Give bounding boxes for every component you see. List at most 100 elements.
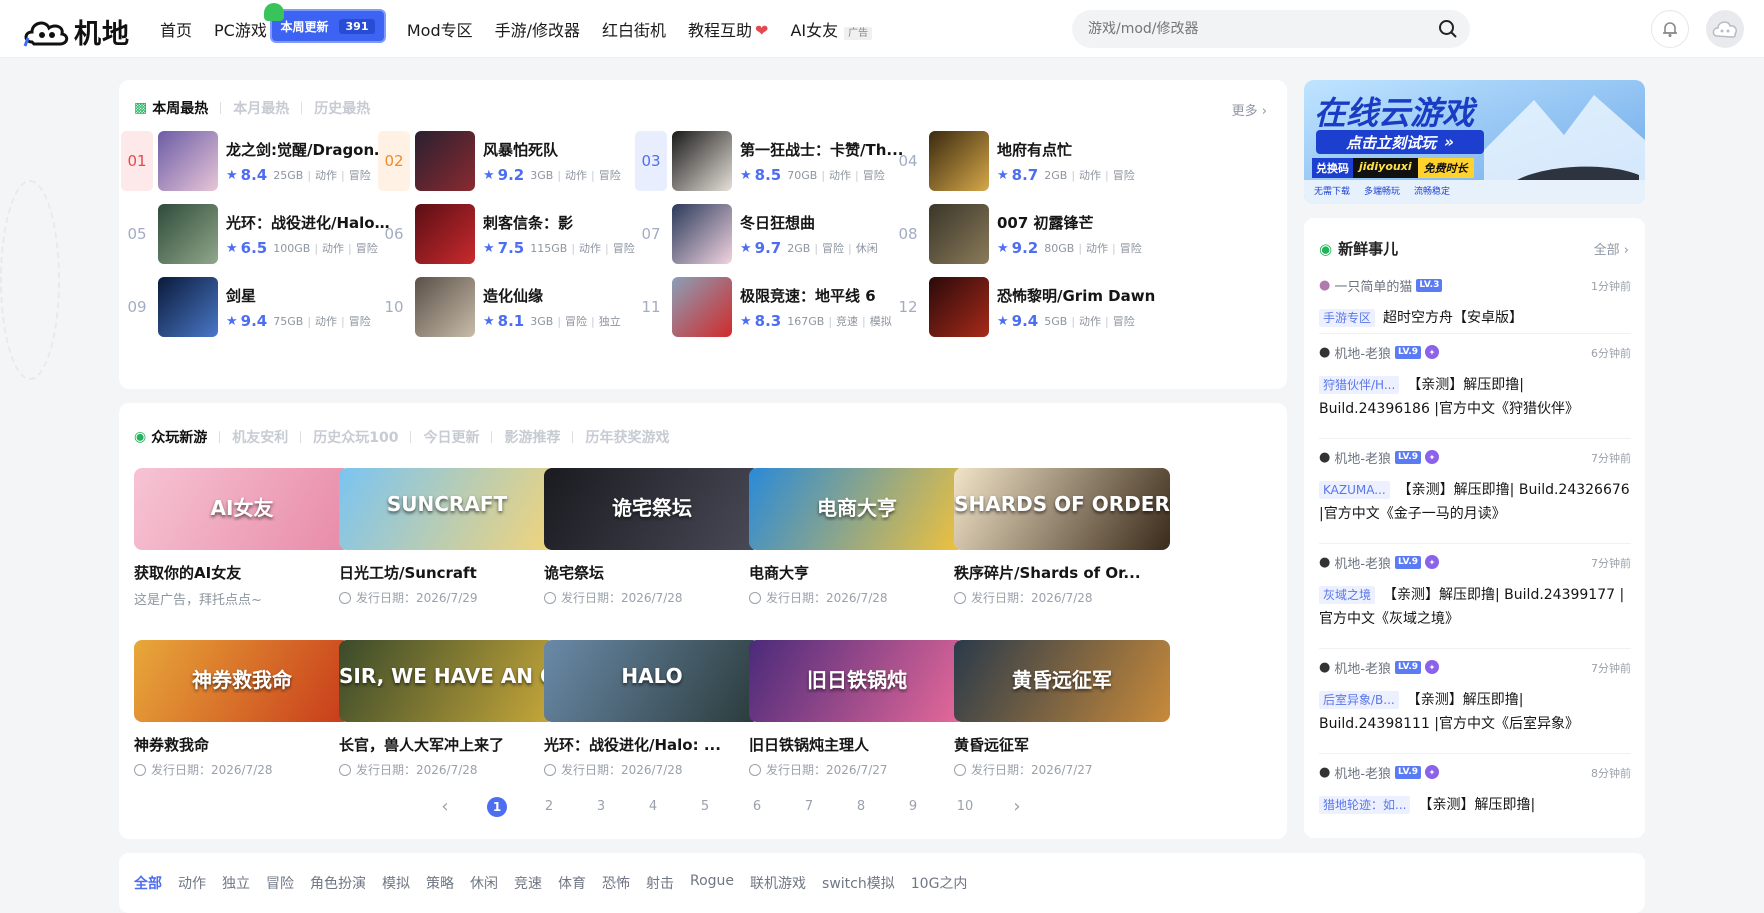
meta-divider: | xyxy=(591,314,595,328)
news-tag[interactable]: 后室异象/B... xyxy=(1319,691,1399,709)
tab-awards[interactable]: 历年获奖游戏 xyxy=(585,427,669,447)
page-10[interactable]: 10 xyxy=(939,799,991,814)
news-item[interactable]: ● 机地-老狼 LV.9 ✦ 8分钟前 猎地轮迹：如... 【亲测】解压即撸| xyxy=(1319,763,1631,817)
news-username[interactable]: 一只简单的猫 xyxy=(1334,276,1412,295)
game-card[interactable]: SUNCRAFT 日光工坊/Suncraft 发行日期：2026/7/29 xyxy=(339,468,555,608)
news-tag[interactable]: 狩猎伙伴/H... xyxy=(1319,376,1400,394)
news-username[interactable]: 机地-老狼 xyxy=(1334,658,1391,677)
game-card[interactable]: 旧日铁锅炖 旧日铁锅炖主理人 发行日期：2026/7/27 xyxy=(749,640,965,780)
user-avatar[interactable] xyxy=(1706,10,1744,48)
category-item[interactable]: 角色扮演 xyxy=(310,873,366,893)
tab-monthly-hot[interactable]: 本月最热 xyxy=(233,98,289,118)
news-username[interactable]: 机地-老狼 xyxy=(1334,448,1391,467)
news-user-row: ● 机地-老狼 LV.9 ✦ 7分钟前 xyxy=(1319,658,1631,677)
rank-item[interactable]: 08 007 初露锋芒 ★ 9.2 80GB | 动作 | 冒险 xyxy=(884,204,1169,264)
nav-mod[interactable]: Mod专区 xyxy=(407,17,473,41)
page-9[interactable]: 9 xyxy=(887,799,939,814)
category-item[interactable]: 联机游戏 xyxy=(750,873,806,893)
category-item[interactable]: 体育 xyxy=(558,873,586,893)
page-6[interactable]: 6 xyxy=(731,799,783,814)
game-cover-image xyxy=(158,277,218,337)
category-item[interactable]: 独立 xyxy=(222,873,250,893)
game-card[interactable]: 黄昏远征军 黄昏远征军 发行日期：2026/7/27 xyxy=(954,640,1170,780)
rank-item[interactable]: 07 冬日狂想曲 ★ 9.7 2GB | 冒险 | 休闲 xyxy=(627,204,912,264)
tab-top100[interactable]: 历史众玩100 xyxy=(313,427,398,447)
page-7[interactable]: 7 xyxy=(783,799,835,814)
tab-movie-games[interactable]: 影游推荐 xyxy=(504,427,560,447)
rank-item[interactable]: 01 龙之剑:觉醒/DragonS... ★ 8.4 25GB | 动作 | 冒险 xyxy=(113,131,398,191)
search-input[interactable] xyxy=(1088,21,1418,37)
game-card[interactable]: SHARDS OF ORDER 秩序碎片/Shards of Or... 发行日期：… xyxy=(954,468,1170,608)
tab-alltime-hot[interactable]: 历史最热 xyxy=(314,98,370,118)
rank-item[interactable]: 02 风暴怕死队 ★ 9.2 3GB | 动作 | 冒险 xyxy=(370,131,655,191)
game-card[interactable]: HALO 光环：战役进化/Halo: ... 发行日期：2026/7/28 xyxy=(544,640,760,780)
rank-number: 08 xyxy=(898,225,918,243)
news-tag[interactable]: 手游专区 xyxy=(1319,309,1376,327)
search-icon[interactable] xyxy=(1438,19,1458,39)
rank-item[interactable]: 09 剑星 ★ 9.4 75GB | 动作 | 冒险 xyxy=(113,277,398,337)
category-item[interactable]: 射击 xyxy=(646,873,674,893)
news-username[interactable]: 机地-老狼 xyxy=(1334,553,1391,572)
news-item[interactable]: ● 机地-老狼 LV.9 ✦ 7分钟前 KAZUMA... 【亲测】解压即撸| Build.… xyxy=(1319,448,1631,526)
hot-more-link[interactable]: 更多 › xyxy=(1232,100,1267,119)
nav-pc-games[interactable]: PC游戏 xyxy=(214,17,267,41)
news-tag[interactable]: 灰域之境 xyxy=(1319,586,1376,604)
tab-recommend[interactable]: 机友安利 xyxy=(232,427,288,447)
news-username[interactable]: 机地-老狼 xyxy=(1334,763,1391,782)
site-logo[interactable]: 机地 xyxy=(22,12,130,51)
nav-home[interactable]: 首页 xyxy=(160,17,192,41)
rank-item[interactable]: 12 恐怖黎明/Grim Dawn ★ 9.4 5GB | 动作 | 冒险 xyxy=(884,277,1169,337)
next-page-icon[interactable]: › xyxy=(991,796,1043,817)
nav-tutorial[interactable]: 教程互助 ❤ xyxy=(688,17,768,41)
category-item[interactable]: 策略 xyxy=(426,873,454,893)
game-card[interactable]: 神券救我命 神券救我命 发行日期：2026/7/28 xyxy=(134,640,350,780)
news-username[interactable]: 机地-老狼 xyxy=(1334,343,1391,362)
news-tag[interactable]: 猎地轮迹：如... xyxy=(1319,796,1411,814)
news-item[interactable]: ● 机地-老狼 LV.9 ✦ 7分钟前 灰域之境 【亲测】解压即撸| Build.24399… xyxy=(1319,553,1631,631)
category-item[interactable]: 恐怖 xyxy=(602,873,630,893)
page-4[interactable]: 4 xyxy=(627,799,679,814)
game-card[interactable]: 电商大亨 电商大亨 发行日期：2026/7/28 xyxy=(749,468,965,608)
notification-bell-icon[interactable] xyxy=(1651,10,1689,48)
game-card[interactable]: AI女友 获取你的AI女友 这是广告，拜托点点~ xyxy=(134,468,350,608)
category-item[interactable]: 全部 xyxy=(134,873,162,893)
rank-item[interactable]: 11 极限竞速：地平线 6 ★ 8.3 167GB | 竞速 | 模拟 xyxy=(627,277,912,337)
game-card[interactable]: 诡宅祭坛 诡宅祭坛 发行日期：2026/7/28 xyxy=(544,468,760,608)
nav-mobile[interactable]: 手游/修改器 xyxy=(495,17,580,41)
news-tag[interactable]: KAZUMA... xyxy=(1319,481,1390,499)
game-card[interactable]: SIR, WE HAVE AN ORC PROBLEM 长官，兽人大军冲上来了发行… xyxy=(339,640,555,780)
rank-item[interactable]: 03 第一狂战士：卡赞/Th... ★ 8.5 70GB | 动作 | 冒险 xyxy=(627,131,912,191)
page-2[interactable]: 2 xyxy=(523,799,575,814)
tab-new-games[interactable]: 众玩新游 xyxy=(151,427,207,447)
rank-number: 09 xyxy=(127,298,147,316)
weekly-update-button[interactable]: 本周更新 391 xyxy=(264,3,386,43)
page-8[interactable]: 8 xyxy=(835,799,887,814)
rank-item[interactable]: 10 造化仙缘 ★ 8.1 3GB | 冒险 | 独立 xyxy=(370,277,655,337)
tab-weekly-hot[interactable]: 本周最热 xyxy=(152,98,208,118)
tab-today[interactable]: 今日更新 xyxy=(423,427,479,447)
category-item[interactable]: Rogue xyxy=(690,873,734,893)
nav-ai-girlfriend[interactable]: AI女友 广告 xyxy=(790,17,873,41)
rank-item[interactable]: 06 刺客信条：影 ★ 7.5 115GB | 动作 | 冒险 xyxy=(370,204,655,264)
news-all-link[interactable]: 全部 › xyxy=(1594,239,1629,258)
page-3[interactable]: 3 xyxy=(575,799,627,814)
category-item[interactable]: 竞速 xyxy=(514,873,542,893)
category-item[interactable]: 模拟 xyxy=(382,873,410,893)
rank-item[interactable]: 04 地府有点忙 ★ 8.7 2GB | 动作 | 冒险 xyxy=(884,131,1169,191)
page-5[interactable]: 5 xyxy=(679,799,731,814)
nav-arcade[interactable]: 红白街机 xyxy=(602,17,666,41)
category-item[interactable]: 10G之内 xyxy=(911,873,968,893)
page-1[interactable]: 1 xyxy=(471,796,523,817)
game-date: 发行日期：2026/7/28 xyxy=(544,761,760,778)
category-item[interactable]: 休闲 xyxy=(470,873,498,893)
category-item[interactable]: 冒险 xyxy=(266,873,294,893)
cloud-gaming-banner[interactable]: 在线云游戏 点击立刻试玩 » 兑换码 jidiyouxi 免费时长 无需下载 多端… xyxy=(1304,80,1645,204)
news-title: 新鲜事儿 xyxy=(1338,240,1399,258)
category-item[interactable]: switch模拟 xyxy=(822,873,895,893)
news-item[interactable]: ● 机地-老狼 LV.9 ✦ 6分钟前 狩猎伙伴/H... 【亲测】解压即撸| Build.… xyxy=(1319,343,1631,421)
news-item[interactable]: ● 机地-老狼 LV.9 ✦ 7分钟前 后室异象/B... 【亲测】解压即撸| Build.… xyxy=(1319,658,1631,736)
news-item[interactable]: ● 一只简单的猫 LV.3 1分钟前 手游专区 超时空方舟【安卓版】 xyxy=(1319,276,1631,330)
rank-item[interactable]: 05 光环：战役进化/Halo:... ★ 6.5 100GB | 动作 | 冒险 xyxy=(113,204,398,264)
prev-page-icon[interactable]: ‹ xyxy=(419,796,471,817)
category-item[interactable]: 动作 xyxy=(178,873,206,893)
